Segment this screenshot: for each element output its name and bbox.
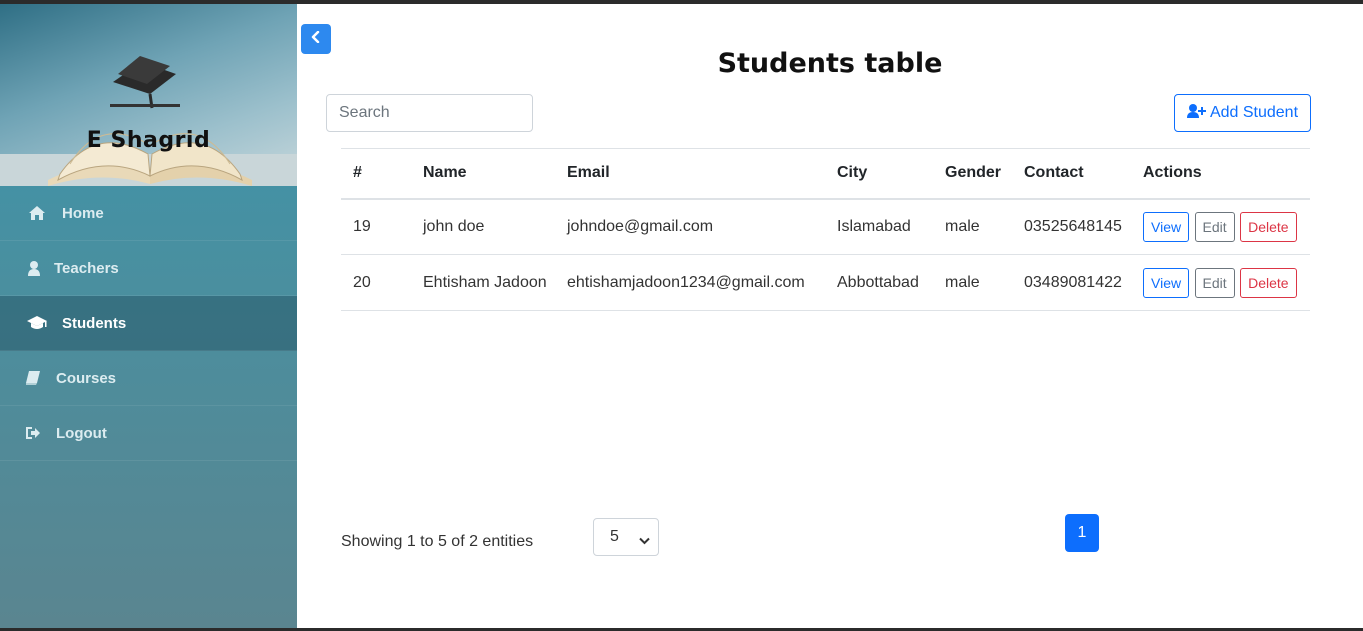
students-table: # Name Email City Gender Contact Actions… [341, 148, 1310, 311]
sidebar-item-label: Courses [56, 369, 117, 387]
page-title: Students table [717, 48, 943, 79]
column-header-actions: Actions [1131, 148, 1310, 200]
cell-actions: View Edit Delete [1131, 198, 1310, 255]
cell-contact: 03525648145 [1012, 198, 1131, 255]
view-button[interactable]: View [1143, 211, 1190, 242]
cell-id: 19 [341, 198, 411, 255]
sidebar-nav: Home Teachers Students Courses Logout [0, 186, 297, 461]
table-row: 19 john doe johndoe@gmail.com Islamabad … [341, 198, 1310, 255]
column-header-id: # [341, 148, 411, 200]
column-header-gender: Gender [933, 148, 1012, 200]
search-input[interactable] [326, 94, 533, 132]
table-header-row: # Name Email City Gender Contact Actions [341, 148, 1310, 200]
cell-city: Abbottabad [825, 254, 933, 311]
sidebar-item-courses[interactable]: Courses [0, 351, 297, 406]
view-button[interactable]: View [1143, 267, 1190, 298]
page-size-value: 5 [610, 528, 619, 545]
cell-id: 20 [341, 254, 411, 311]
cell-gender: male [933, 198, 1012, 255]
sidebar-toggle-button[interactable] [301, 24, 331, 54]
sidebar-item-logout[interactable]: Logout [0, 406, 297, 461]
edit-button[interactable]: Edit [1194, 267, 1235, 298]
cell-actions: View Edit Delete [1131, 254, 1310, 311]
chevron-left-icon [311, 30, 321, 48]
cell-name: john doe [411, 198, 555, 255]
sidebar-item-students[interactable]: Students [0, 296, 297, 351]
column-header-email: Email [555, 148, 825, 200]
chevron-down-icon [639, 532, 650, 550]
entries-info: Showing 1 to 5 of 2 entities [341, 533, 534, 550]
sidebar-item-label: Students [62, 314, 127, 332]
cell-name: Ehtisham Jadoon [411, 254, 555, 311]
sidebar-item-home[interactable]: Home [0, 186, 297, 241]
sidebar-item-label: Logout [56, 424, 107, 442]
delete-button[interactable]: Delete [1240, 267, 1297, 298]
sidebar: E Shagrid Home Teachers Students Courses [0, 4, 297, 628]
cell-gender: male [933, 254, 1012, 311]
add-student-button[interactable]: Add Student [1174, 94, 1311, 132]
pagination-page-1[interactable]: 1 [1065, 514, 1099, 552]
delete-button[interactable]: Delete [1240, 211, 1297, 242]
sidebar-header: E Shagrid [0, 4, 297, 186]
sidebar-item-teachers[interactable]: Teachers [0, 241, 297, 296]
column-header-city: City [825, 148, 933, 200]
cell-email: johndoe@gmail.com [555, 198, 825, 255]
page-size-select[interactable]: 5 [593, 518, 659, 556]
sidebar-item-label: Teachers [54, 259, 119, 277]
column-header-contact: Contact [1012, 148, 1131, 200]
book-icon [26, 371, 40, 385]
table-row: 20 Ehtisham Jadoon ehtishamjadoon1234@gm… [341, 254, 1310, 311]
cell-contact: 03489081422 [1012, 254, 1131, 311]
cell-email: ehtishamjadoon1234@gmail.com [555, 254, 825, 311]
column-header-name: Name [411, 148, 555, 200]
edit-button[interactable]: Edit [1194, 211, 1235, 242]
add-student-label: Add Student [1209, 104, 1299, 121]
brand-title: E Shagrid [86, 128, 211, 153]
cell-city: Islamabad [825, 198, 933, 255]
book-logo-icon [0, 56, 297, 186]
home-icon [26, 206, 48, 220]
sidebar-item-label: Home [62, 204, 104, 222]
graduation-cap-icon [26, 316, 48, 330]
sign-out-icon [26, 427, 40, 439]
user-icon [28, 260, 40, 276]
user-plus-icon [1186, 103, 1206, 123]
